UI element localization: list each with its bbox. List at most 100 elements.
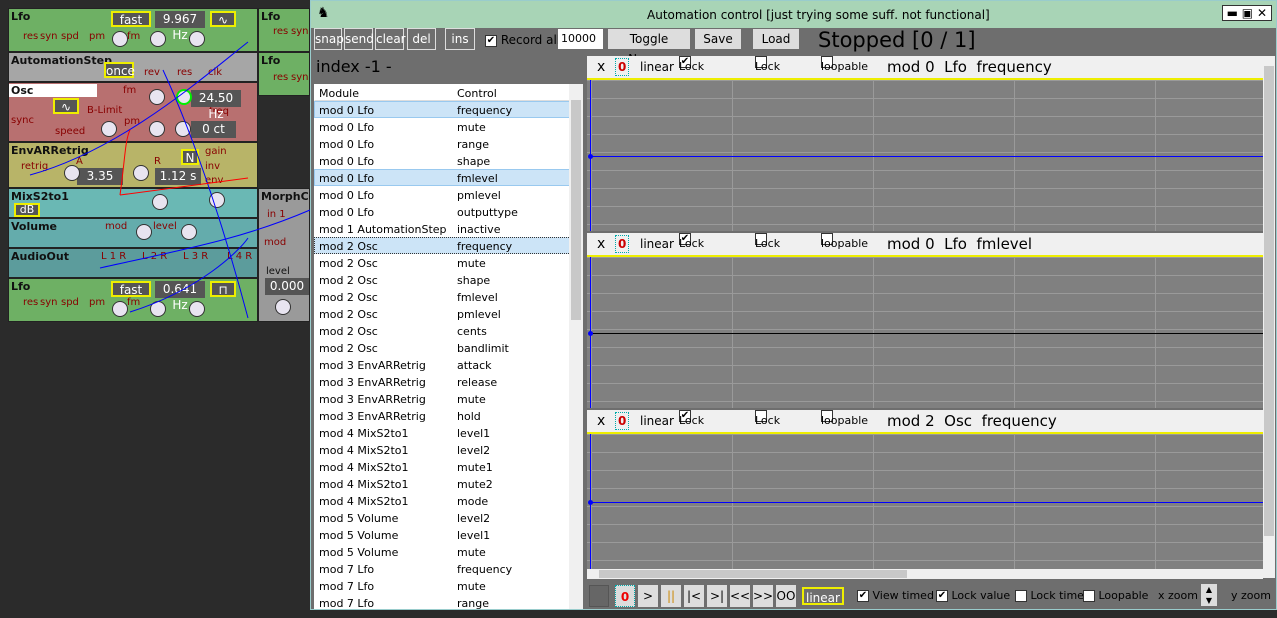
control-cell: mode <box>457 495 489 508</box>
list-row[interactable]: mod 7 Lfo range <box>314 594 583 609</box>
list-row[interactable]: mod 2 Osc fmlevel <box>314 288 583 305</box>
view-timed-checkbox[interactable]: ✔ View timed <box>857 589 934 602</box>
save-button[interactable]: Save <box>695 29 741 49</box>
load-button[interactable]: Load <box>753 29 799 49</box>
app-icon: ♞ <box>317 5 330 21</box>
ins-button[interactable]: ins <box>445 28 475 50</box>
list-row[interactable]: mod 0 Lfo range <box>314 135 583 152</box>
control-cell: outputtype <box>457 206 518 219</box>
zero-button[interactable]: 0 <box>615 235 630 253</box>
list-row[interactable]: mod 3 EnvARRetrig mute <box>314 390 583 407</box>
interp-button[interactable]: linear <box>640 56 674 78</box>
list-row[interactable]: mod 0 Lfo fmlevel <box>314 169 583 186</box>
clear-button[interactable]: clear <box>375 28 406 50</box>
window-title: Automation control [just trying some suf… <box>647 8 990 22</box>
module-cell: mod 0 Lfo <box>319 155 375 168</box>
close-graph-button[interactable]: x <box>597 233 605 255</box>
empty-button[interactable] <box>589 585 609 607</box>
to-start-button[interactable]: |< <box>684 585 704 607</box>
list-row[interactable]: mod 4 MixS2to1 level2 <box>314 441 583 458</box>
lock-time-checkbox[interactable]: Lock time <box>1015 589 1084 602</box>
list-row[interactable]: mod 0 Lfo mute <box>314 118 583 135</box>
close-graph-button[interactable]: x <box>597 410 605 432</box>
automation-point[interactable] <box>588 330 593 336</box>
del-button[interactable]: del <box>407 28 436 50</box>
module-cell: mod 1 AutomationStep <box>319 223 447 236</box>
control-cell: mute <box>457 580 486 593</box>
module-cell: mod 0 Lfo <box>319 138 375 151</box>
control-cell: frequency <box>457 563 513 576</box>
zero-button[interactable]: 0 <box>615 412 630 430</box>
loop-button[interactable]: OO <box>776 585 796 607</box>
list-scrollbar[interactable] <box>569 84 583 609</box>
automation-point[interactable] <box>588 499 593 505</box>
graph-target: mod 0 Lfo fmlevel <box>887 235 1033 253</box>
list-row[interactable]: mod 0 Lfo shape <box>314 152 583 169</box>
loopable-checkbox[interactable]: Loopable <box>1083 589 1148 602</box>
list-row[interactable]: mod 3 EnvARRetrig hold <box>314 407 583 424</box>
list-row[interactable]: mod 3 EnvARRetrig attack <box>314 356 583 373</box>
play-button[interactable]: > <box>638 585 658 607</box>
header-module[interactable]: Module <box>319 85 359 102</box>
interp-button[interactable]: linear <box>802 587 844 605</box>
list-row[interactable]: mod 0 Lfo frequency <box>314 101 583 118</box>
control-list[interactable]: Module Control mod 0 Lfo frequency mod 0 L… <box>314 84 583 609</box>
list-row[interactable]: mod 7 Lfo mute <box>314 577 583 594</box>
record-all-checkbox[interactable]: ✔ Record all <box>485 33 560 47</box>
automation-point[interactable] <box>588 153 593 159</box>
lock-time-label: Lock time <box>1030 589 1084 602</box>
control-cell: fmlevel <box>457 291 498 304</box>
count-input[interactable]: 10000 <box>558 29 603 49</box>
fast-forward-button[interactable]: >> <box>753 585 773 607</box>
rewind-button[interactable]: << <box>730 585 750 607</box>
list-row[interactable]: mod 2 Osc cents <box>314 322 583 339</box>
interp-button[interactable]: linear <box>640 233 674 255</box>
list-row[interactable]: mod 4 MixS2to1 mute2 <box>314 475 583 492</box>
lock-value-checkbox[interactable]: ✔ Lock value <box>936 589 1010 602</box>
to-end-button[interactable]: >| <box>707 585 727 607</box>
list-row[interactable]: mod 5 Volume level2 <box>314 509 583 526</box>
automation-grid[interactable] <box>587 78 1263 231</box>
graph-target: mod 0 Lfo frequency <box>887 58 1052 76</box>
zero-button[interactable]: 0 <box>615 58 630 76</box>
list-row[interactable]: mod 1 AutomationStep inactive <box>314 220 583 237</box>
automation-grid[interactable] <box>587 255 1263 408</box>
list-row[interactable]: mod 5 Volume level1 <box>314 526 583 543</box>
module-cell: mod 2 Osc <box>319 308 378 321</box>
x-zoom-label: x zoom <box>1158 589 1198 602</box>
lock-value-label: Lock value <box>951 589 1011 602</box>
header-control[interactable]: Control <box>457 85 497 102</box>
control-cell: mute <box>457 121 486 134</box>
list-row[interactable]: mod 2 Osc mute <box>314 254 583 271</box>
list-row[interactable]: mod 0 Lfo pmlevel <box>314 186 583 203</box>
list-row[interactable]: mod 0 Lfo outputtype <box>314 203 583 220</box>
horizontal-scrollbar[interactable] <box>587 569 1263 579</box>
list-row[interactable]: mod 2 Osc pmlevel <box>314 305 583 322</box>
list-row[interactable]: mod 5 Volume mute <box>314 543 583 560</box>
pause-button[interactable]: || <box>661 585 681 607</box>
vertical-scrollbar[interactable] <box>1263 56 1275 578</box>
interp-button[interactable]: linear <box>640 410 674 432</box>
control-cell: mute2 <box>457 478 493 491</box>
list-row[interactable]: mod 2 Osc shape <box>314 271 583 288</box>
automation-grid[interactable] <box>587 432 1263 569</box>
toggle-names-button[interactable]: Toggle Names <box>608 29 690 66</box>
zero-button[interactable]: 0 <box>615 585 635 607</box>
cable <box>99 209 311 269</box>
close-graph-button[interactable]: x <box>597 56 605 78</box>
window-controls[interactable]: ▬ ▣ ✕ <box>1221 5 1272 21</box>
list-row[interactable]: mod 3 EnvARRetrig release <box>314 373 583 390</box>
list-row[interactable]: mod 4 MixS2to1 level1 <box>314 424 583 441</box>
list-row[interactable]: mod 7 Lfo frequency <box>314 560 583 577</box>
zoom-stepper[interactable]: ▲ ▼ <box>1201 584 1217 606</box>
module-cell: mod 5 Volume <box>319 512 399 525</box>
snap-button[interactable]: snap <box>314 28 344 50</box>
cable <box>119 177 249 196</box>
list-row[interactable]: mod 2 Osc bandlimit <box>314 339 583 356</box>
list-row[interactable]: mod 4 MixS2to1 mode <box>314 492 583 509</box>
cable <box>129 237 249 313</box>
send-button[interactable]: send <box>344 28 374 50</box>
control-cell: frequency <box>457 240 513 253</box>
list-row[interactable]: mod 4 MixS2to1 mute1 <box>314 458 583 475</box>
list-row[interactable]: mod 2 Osc frequency <box>314 237 583 254</box>
